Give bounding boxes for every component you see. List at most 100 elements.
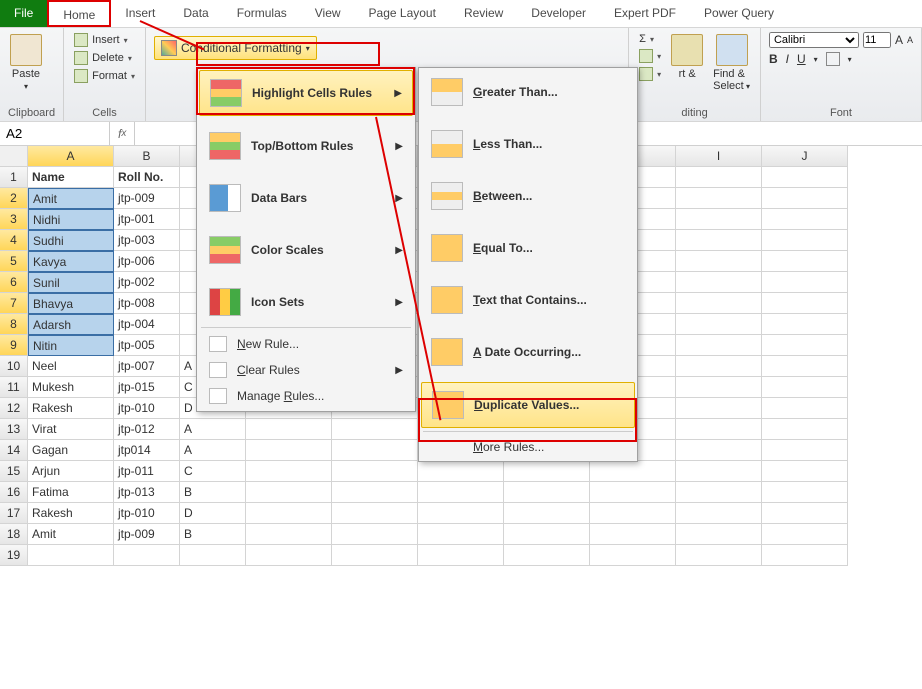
insert-button[interactable]: Insert▾ bbox=[72, 32, 137, 48]
cell[interactable] bbox=[762, 503, 848, 524]
border-button[interactable] bbox=[826, 52, 840, 66]
cell[interactable] bbox=[418, 503, 504, 524]
row-header[interactable]: 18 bbox=[0, 524, 28, 545]
clear-button[interactable]: ▾ bbox=[637, 66, 663, 82]
cell[interactable]: D bbox=[180, 503, 246, 524]
cell[interactable]: B bbox=[180, 482, 246, 503]
cell[interactable]: jtp-009 bbox=[114, 524, 180, 545]
cell[interactable] bbox=[762, 461, 848, 482]
row-header[interactable]: 4 bbox=[0, 230, 28, 251]
cell[interactable] bbox=[762, 524, 848, 545]
cell[interactable] bbox=[332, 419, 418, 440]
row-header[interactable]: 10 bbox=[0, 356, 28, 377]
cell[interactable] bbox=[762, 251, 848, 272]
cell[interactable]: Bhavya bbox=[28, 293, 114, 314]
row-header[interactable]: 11 bbox=[0, 377, 28, 398]
menu-between[interactable]: Between... bbox=[421, 174, 635, 218]
cell[interactable] bbox=[246, 461, 332, 482]
tab-data[interactable]: Data bbox=[169, 0, 222, 27]
row-header[interactable]: 14 bbox=[0, 440, 28, 461]
menu-less-than[interactable]: Less Than... bbox=[421, 122, 635, 166]
find-select-button[interactable]: Find &Select ▾ bbox=[711, 32, 752, 94]
row-header[interactable]: 5 bbox=[0, 251, 28, 272]
cell[interactable] bbox=[590, 545, 676, 566]
cell[interactable] bbox=[762, 440, 848, 461]
cell[interactable]: jtp-009 bbox=[114, 188, 180, 209]
cell[interactable]: Name bbox=[28, 167, 114, 188]
cell[interactable] bbox=[762, 314, 848, 335]
cell[interactable] bbox=[504, 545, 590, 566]
fx-icon[interactable]: fx bbox=[110, 122, 135, 145]
cell[interactable]: Nitin bbox=[28, 335, 114, 356]
menu-duplicate-values[interactable]: Duplicate Values... bbox=[421, 382, 635, 428]
cell[interactable]: Amit bbox=[28, 188, 114, 209]
cell[interactable]: jtp-012 bbox=[114, 419, 180, 440]
tab-expert-pdf[interactable]: Expert PDF bbox=[600, 0, 690, 27]
menu-equal-to[interactable]: Equal To... bbox=[421, 226, 635, 270]
cell[interactable] bbox=[590, 524, 676, 545]
cell[interactable] bbox=[762, 272, 848, 293]
cell[interactable] bbox=[246, 440, 332, 461]
sort-filter-button[interactable]: rt & bbox=[669, 32, 705, 82]
cell[interactable] bbox=[676, 461, 762, 482]
row-header[interactable]: 6 bbox=[0, 272, 28, 293]
menu-new-rule[interactable]: New Rule... bbox=[199, 331, 413, 357]
cell[interactable]: Rakesh bbox=[28, 503, 114, 524]
row-header[interactable]: 3 bbox=[0, 209, 28, 230]
cell[interactable]: jtp-005 bbox=[114, 335, 180, 356]
conditional-formatting-button[interactable]: Conditional Formatting ▾ bbox=[154, 36, 317, 60]
menu-color-scales[interactable]: Color Scales ▶ bbox=[199, 228, 413, 272]
cell[interactable] bbox=[762, 293, 848, 314]
row-header[interactable]: 19 bbox=[0, 545, 28, 566]
cell[interactable] bbox=[332, 482, 418, 503]
cell[interactable] bbox=[332, 503, 418, 524]
row-header[interactable]: 17 bbox=[0, 503, 28, 524]
cell[interactable] bbox=[504, 482, 590, 503]
cell[interactable] bbox=[590, 461, 676, 482]
cell[interactable] bbox=[762, 209, 848, 230]
cell[interactable]: Roll No. bbox=[114, 167, 180, 188]
cell[interactable] bbox=[418, 524, 504, 545]
cell[interactable] bbox=[332, 440, 418, 461]
tab-file[interactable]: File bbox=[0, 0, 47, 27]
cell[interactable] bbox=[676, 356, 762, 377]
column-header[interactable]: I bbox=[676, 146, 762, 167]
tab-view[interactable]: View bbox=[301, 0, 355, 27]
cell[interactable]: jtp-006 bbox=[114, 251, 180, 272]
cell[interactable]: Adarsh bbox=[28, 314, 114, 335]
paste-button[interactable]: Paste ▾ bbox=[8, 32, 44, 93]
cell[interactable]: jtp-015 bbox=[114, 377, 180, 398]
cell[interactable]: A bbox=[180, 440, 246, 461]
cell[interactable]: jtp-003 bbox=[114, 230, 180, 251]
cell[interactable]: jtp-011 bbox=[114, 461, 180, 482]
bold-button[interactable]: B bbox=[769, 52, 778, 66]
cell[interactable] bbox=[114, 545, 180, 566]
cell[interactable] bbox=[762, 335, 848, 356]
cell[interactable]: Amit bbox=[28, 524, 114, 545]
cell[interactable] bbox=[676, 293, 762, 314]
cell[interactable] bbox=[676, 335, 762, 356]
menu-text-contains[interactable]: Text that Contains... bbox=[421, 278, 635, 322]
row-header[interactable]: 12 bbox=[0, 398, 28, 419]
row-header[interactable]: 16 bbox=[0, 482, 28, 503]
row-header[interactable]: 9 bbox=[0, 335, 28, 356]
cell[interactable]: jtp-008 bbox=[114, 293, 180, 314]
cell[interactable]: Gagan bbox=[28, 440, 114, 461]
cell[interactable]: Virat bbox=[28, 419, 114, 440]
menu-more-rules[interactable]: More Rules... bbox=[421, 435, 635, 459]
cell[interactable]: jtp-002 bbox=[114, 272, 180, 293]
cell[interactable] bbox=[676, 545, 762, 566]
cell[interactable] bbox=[246, 419, 332, 440]
tab-review[interactable]: Review bbox=[450, 0, 517, 27]
column-header[interactable]: A bbox=[28, 146, 114, 167]
cell[interactable]: jtp-010 bbox=[114, 503, 180, 524]
menu-date-occurring[interactable]: A Date Occurring... bbox=[421, 330, 635, 374]
column-header[interactable]: B bbox=[114, 146, 180, 167]
cell[interactable] bbox=[762, 356, 848, 377]
cell[interactable]: Sudhi bbox=[28, 230, 114, 251]
cell[interactable] bbox=[590, 482, 676, 503]
cell[interactable] bbox=[762, 419, 848, 440]
cell[interactable] bbox=[676, 440, 762, 461]
cell[interactable] bbox=[676, 314, 762, 335]
menu-greater-than[interactable]: Greater Than... bbox=[421, 70, 635, 114]
